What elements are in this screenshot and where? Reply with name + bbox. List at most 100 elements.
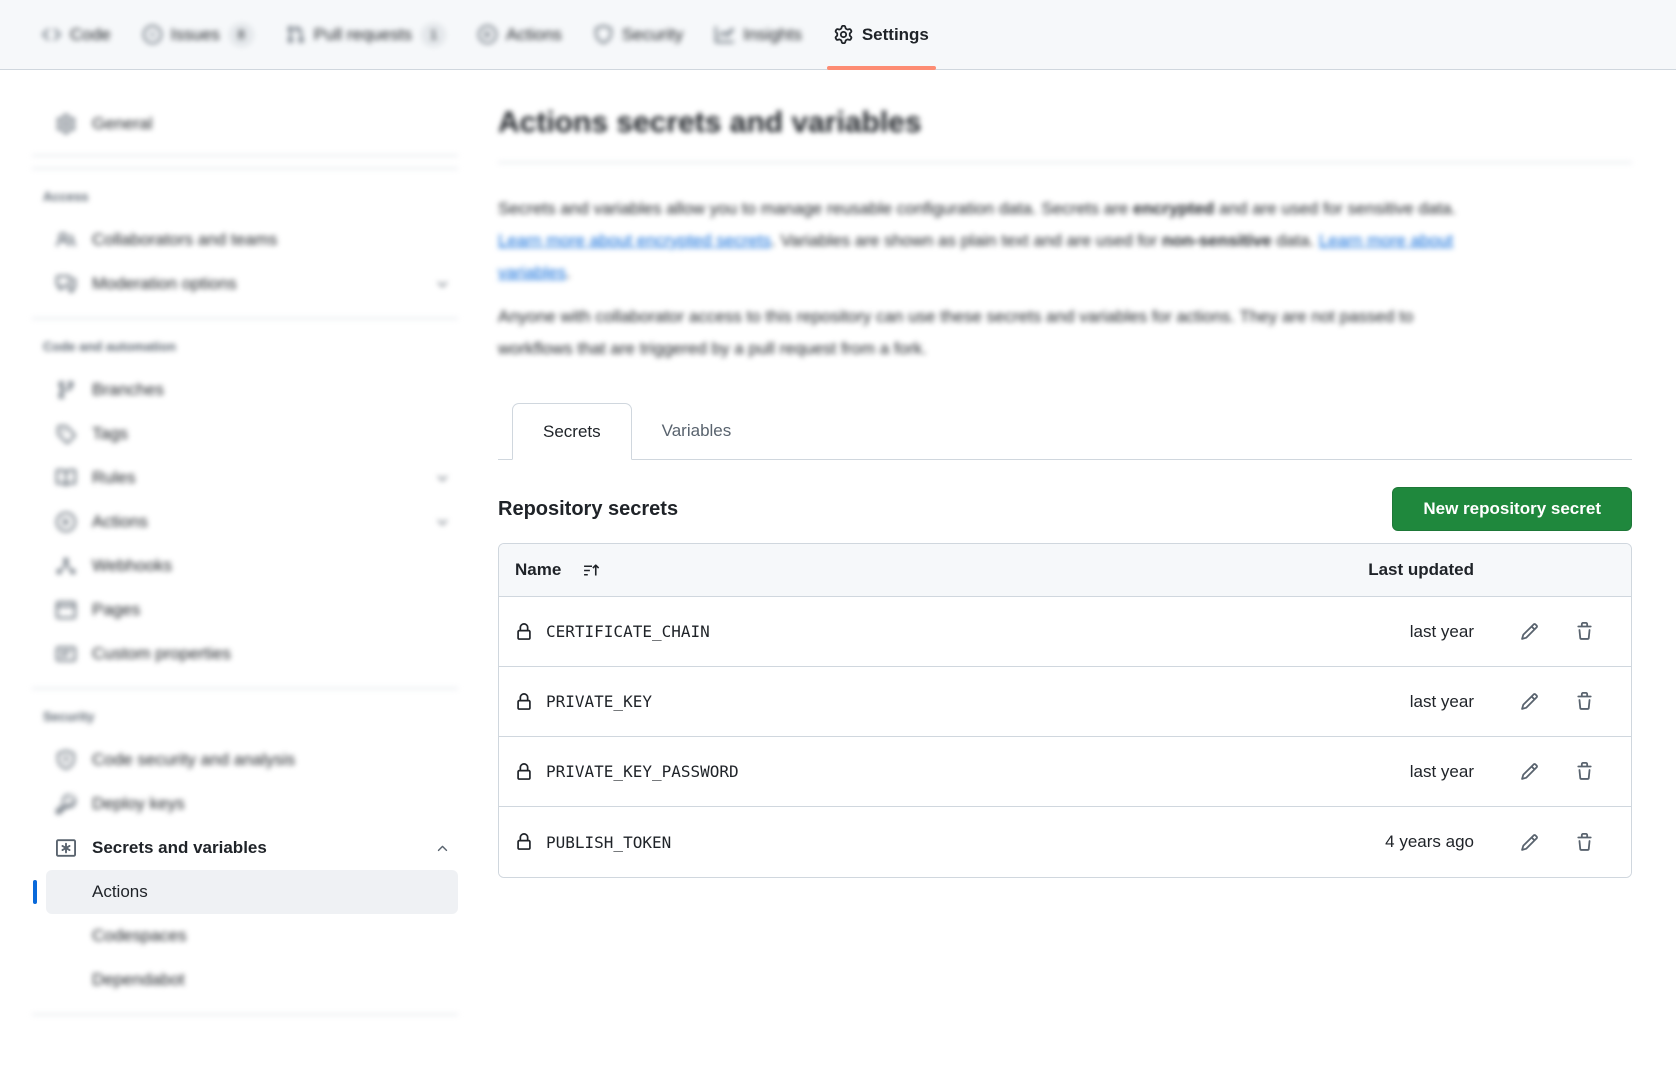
sidebar-item-label: Branches <box>92 380 452 400</box>
sidebar-item-rules[interactable]: Rules <box>46 456 458 500</box>
sidebar-divider <box>32 155 458 156</box>
repo-tab-issues[interactable]: Issues8 <box>127 0 270 69</box>
delete-secret-button[interactable] <box>1575 762 1594 781</box>
repo-tab-settings[interactable]: Settings <box>818 0 945 69</box>
secret-row: CERTIFICATE_CHAINlast year <box>499 597 1631 667</box>
intro-section: Actions secrets and variables Secrets an… <box>498 103 1632 365</box>
sidebar-section-list: Code security and analysis Deploy keys Sec… <box>46 738 458 1002</box>
edit-secret-button[interactable] <box>1520 762 1539 781</box>
sidebar-section-list: Branches TagsRulesActions Webhooks Pages Cus… <box>46 368 458 676</box>
sidebar-section-list: General <box>46 102 458 146</box>
sidebar-item-label: Actions <box>92 882 452 902</box>
last-updated-column-header: Last updated <box>1334 560 1474 580</box>
sidebar-item-general[interactable]: General <box>46 102 458 146</box>
repo-tab-label: Settings <box>862 25 929 45</box>
repo-tab-code[interactable]: Code <box>26 0 127 69</box>
repo-tab-label: Issues <box>171 25 220 45</box>
repo-tab-security[interactable]: Security <box>578 0 699 69</box>
repository-secrets-toolbar: Repository secrets New repository secret <box>498 487 1632 531</box>
secret-name: CERTIFICATE_CHAIN <box>546 622 710 641</box>
secrets-table: Name Last updated CERTIFICATE_CHAINlast … <box>498 543 1632 878</box>
sidebar-item-moderation-options[interactable]: Moderation options <box>46 262 458 306</box>
sidebar-section-header: Access <box>32 169 458 218</box>
delete-secret-button[interactable] <box>1575 622 1594 641</box>
edit-secret-button[interactable] <box>1520 692 1539 711</box>
tag-icon <box>56 424 76 444</box>
key-asterisk-icon <box>56 838 76 858</box>
trash-icon <box>1575 622 1594 641</box>
issue-opened-icon <box>143 25 162 44</box>
shield-icon <box>594 25 613 44</box>
sidebar-item-branches[interactable]: Branches <box>46 368 458 412</box>
chevron-up-icon <box>435 841 450 856</box>
repo-tab-pull-requests[interactable]: Pull requests1 <box>270 0 462 69</box>
sidebar-item-collaborators-and-teams[interactable]: Collaborators and teams <box>46 218 458 262</box>
edit-secret-button[interactable] <box>1520 833 1539 852</box>
sidebar-item-label: Moderation options <box>92 274 435 294</box>
secret-row: PUBLISH_TOKEN4 years ago <box>499 807 1631 877</box>
sidebar-item-label: Code security and analysis <box>92 750 452 770</box>
repo-tab-actions[interactable]: Actions <box>462 0 578 69</box>
name-column-header[interactable]: Name <box>499 560 1334 580</box>
pencil-icon <box>1520 622 1539 641</box>
webhook-icon <box>56 556 76 576</box>
sidebar-item-label: Collaborators and teams <box>92 230 452 250</box>
play-icon <box>478 25 497 44</box>
chevron-down-icon <box>435 277 450 292</box>
repo-tab-label: Security <box>622 25 683 45</box>
lock-icon <box>515 763 533 781</box>
secret-name: PRIVATE_KEY <box>546 692 652 711</box>
sidebar-item-codespaces[interactable]: Codespaces <box>46 914 458 958</box>
tab-secrets[interactable]: Secrets <box>512 403 632 460</box>
sidebar-item-custom-properties[interactable]: Custom properties <box>46 632 458 676</box>
sidebar-section-header: Security <box>32 689 458 738</box>
sidebar-divider <box>32 1014 458 1015</box>
code-icon <box>42 25 61 44</box>
counter-badge: 1 <box>421 23 446 47</box>
sidebar-item-secrets-and-variables[interactable]: Secrets and variables <box>46 826 458 870</box>
sidebar-item-label: Custom properties <box>92 644 452 664</box>
sidebar-item-actions[interactable]: Actions <box>46 870 458 914</box>
sidebar-item-actions[interactable]: Actions <box>46 500 458 544</box>
note-icon <box>56 644 76 664</box>
sidebar-item-deploy-keys[interactable]: Deploy keys <box>46 782 458 826</box>
pencil-icon <box>1520 762 1539 781</box>
sidebar-item-label: Dependabot <box>92 970 452 990</box>
title-divider <box>498 162 1632 163</box>
git-pull-request-icon <box>286 25 305 44</box>
people-icon <box>56 230 76 250</box>
gear-icon <box>56 114 76 134</box>
book-icon <box>56 468 76 488</box>
secrets-variables-tabnav: Secrets Variables <box>498 403 1632 460</box>
sidebar-section-header: Code and automation <box>32 319 458 368</box>
sidebar-item-label: Webhooks <box>92 556 452 576</box>
browser-icon <box>56 600 76 620</box>
sidebar-item-label: Secrets and variables <box>92 838 435 858</box>
key-asterisk-icon <box>56 838 76 858</box>
learn-more-link[interactable]: Learn more about encrypted secrets <box>498 231 771 250</box>
key-icon <box>56 794 76 814</box>
lock-icon <box>515 623 533 641</box>
fork-note-paragraph: Anyone with collaborator access to this … <box>498 301 1468 365</box>
sidebar-section-list: Collaborators and teams Moderation option… <box>46 218 458 306</box>
delete-secret-button[interactable] <box>1575 692 1594 711</box>
secret-last-updated: 4 years ago <box>1334 832 1474 852</box>
sidebar-item-pages[interactable]: Pages <box>46 588 458 632</box>
shield-lock-icon <box>56 750 76 770</box>
repo-tab-insights[interactable]: Insights <box>699 0 818 69</box>
sidebar-item-dependabot[interactable]: Dependabot <box>46 958 458 1002</box>
git-branch-icon <box>56 380 76 400</box>
browser-icon <box>56 600 76 620</box>
secret-name: PRIVATE_KEY_PASSWORD <box>546 762 739 781</box>
delete-secret-button[interactable] <box>1575 833 1594 852</box>
edit-secret-button[interactable] <box>1520 622 1539 641</box>
tab-variables[interactable]: Variables <box>632 403 762 459</box>
sidebar-item-tags[interactable]: Tags <box>46 412 458 456</box>
sidebar-item-code-security-and-analysis[interactable]: Code security and analysis <box>46 738 458 782</box>
new-repository-secret-button[interactable]: New repository secret <box>1392 487 1632 531</box>
sidebar-item-webhooks[interactable]: Webhooks <box>46 544 458 588</box>
secret-row: PRIVATE_KEYlast year <box>499 667 1631 737</box>
play-icon <box>56 512 76 532</box>
comment-discussion-icon <box>56 274 76 294</box>
sidebar-item-label: Deploy keys <box>92 794 452 814</box>
